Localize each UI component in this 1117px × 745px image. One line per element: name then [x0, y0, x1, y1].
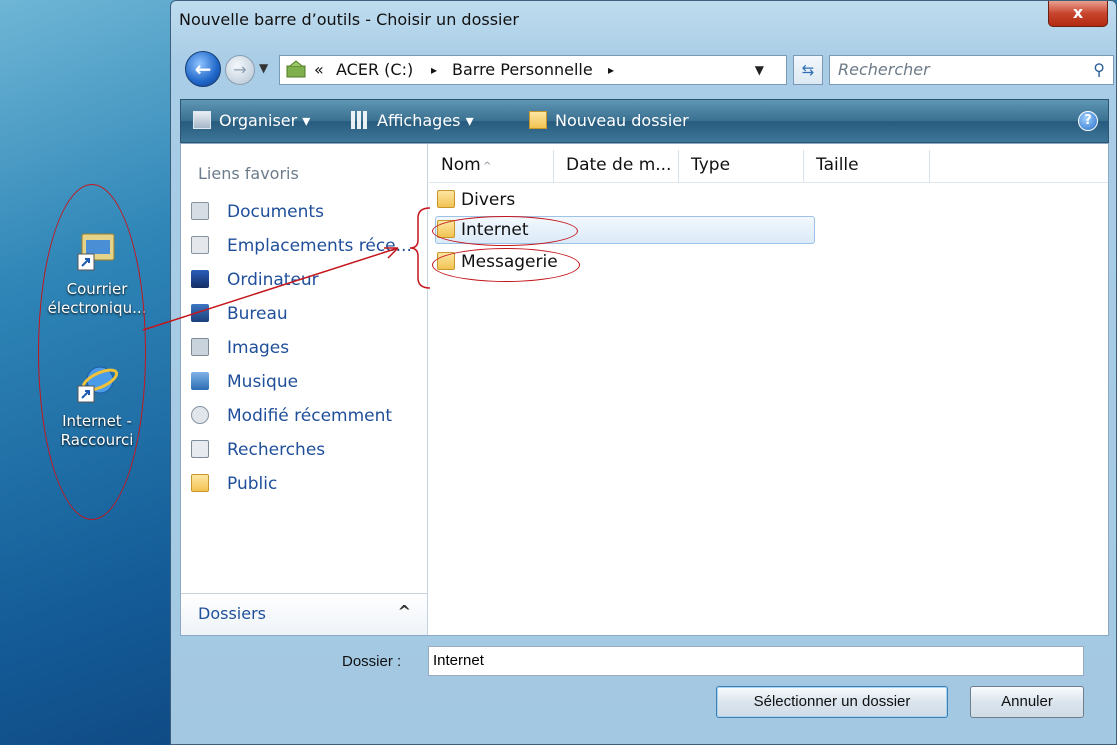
- annotation-brace: [409, 207, 431, 289]
- annotation-arrow-line: [142, 247, 399, 331]
- annotation-overlay: [142, 207, 431, 331]
